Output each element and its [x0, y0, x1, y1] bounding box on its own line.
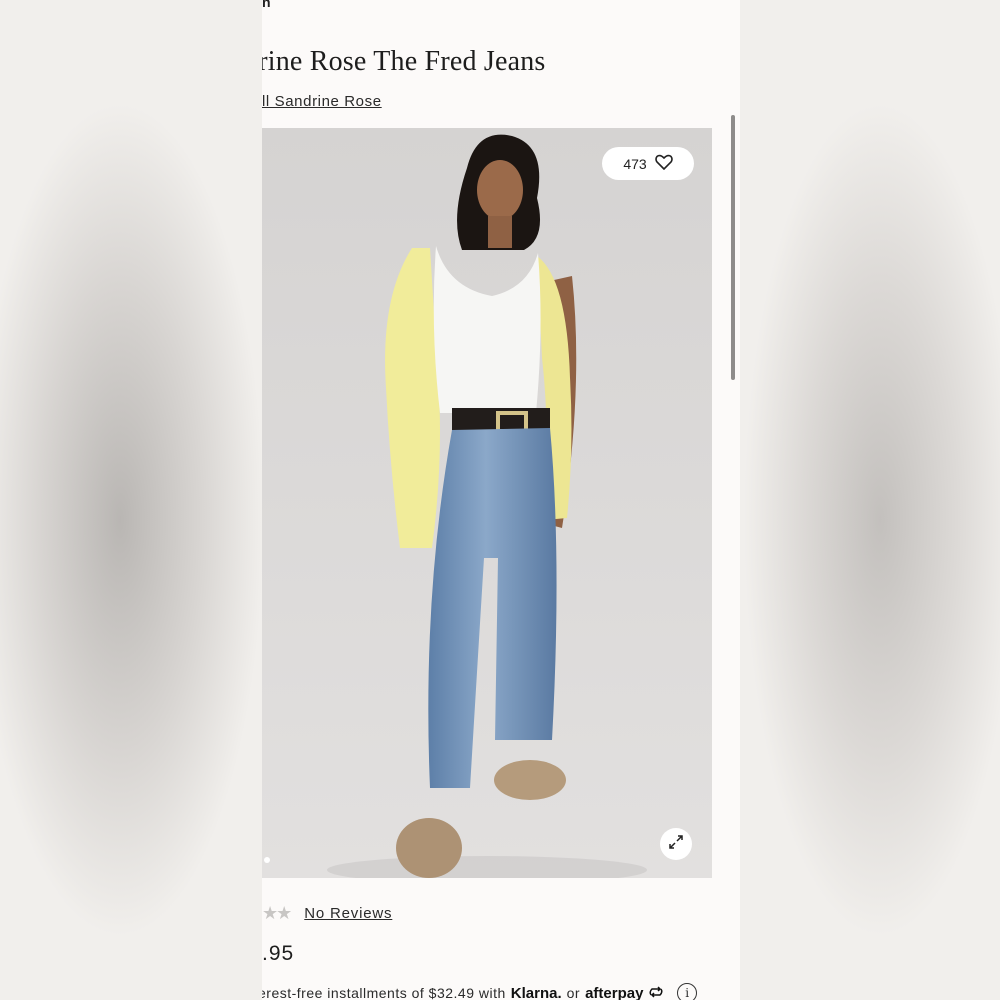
header-fragment: n: [262, 0, 271, 10]
carousel-dot[interactable]: [264, 857, 270, 863]
likes-count: 473: [623, 155, 647, 172]
afterpay-loop-icon: [648, 985, 664, 1000]
blurred-background-left: [0, 0, 262, 1000]
rating-stars: ★★: [262, 903, 292, 923]
blurred-background-right: [740, 0, 1000, 1000]
model-photo: [327, 134, 647, 878]
installments-or: or: [566, 985, 581, 1000]
scrollbar[interactable]: [731, 115, 735, 380]
expand-icon: [668, 834, 684, 855]
likes-button[interactable]: 473: [602, 147, 694, 180]
reviews-link[interactable]: No Reviews: [304, 905, 392, 922]
price: .95: [262, 942, 295, 965]
product-page: n drine Rose The Fred Jeans ll Sandrine …: [262, 0, 740, 1000]
heart-icon: [654, 154, 673, 173]
info-icon[interactable]: i: [677, 983, 698, 1000]
expand-image-button[interactable]: [660, 828, 692, 860]
product-image[interactable]: 473: [262, 128, 712, 878]
klarna-logo[interactable]: Klarna.: [511, 985, 562, 1000]
brand-link[interactable]: ll Sandrine Rose: [262, 93, 382, 110]
installments-text: erest-free installments of $32.49 with: [262, 985, 506, 1000]
installments-row: erest-free installments of $32.49 with K…: [262, 983, 698, 1000]
reviews-row: ★★ No Reviews: [262, 903, 392, 924]
afterpay-logo[interactable]: afterpay: [585, 985, 643, 1000]
product-title: drine Rose The Fred Jeans: [262, 46, 546, 77]
